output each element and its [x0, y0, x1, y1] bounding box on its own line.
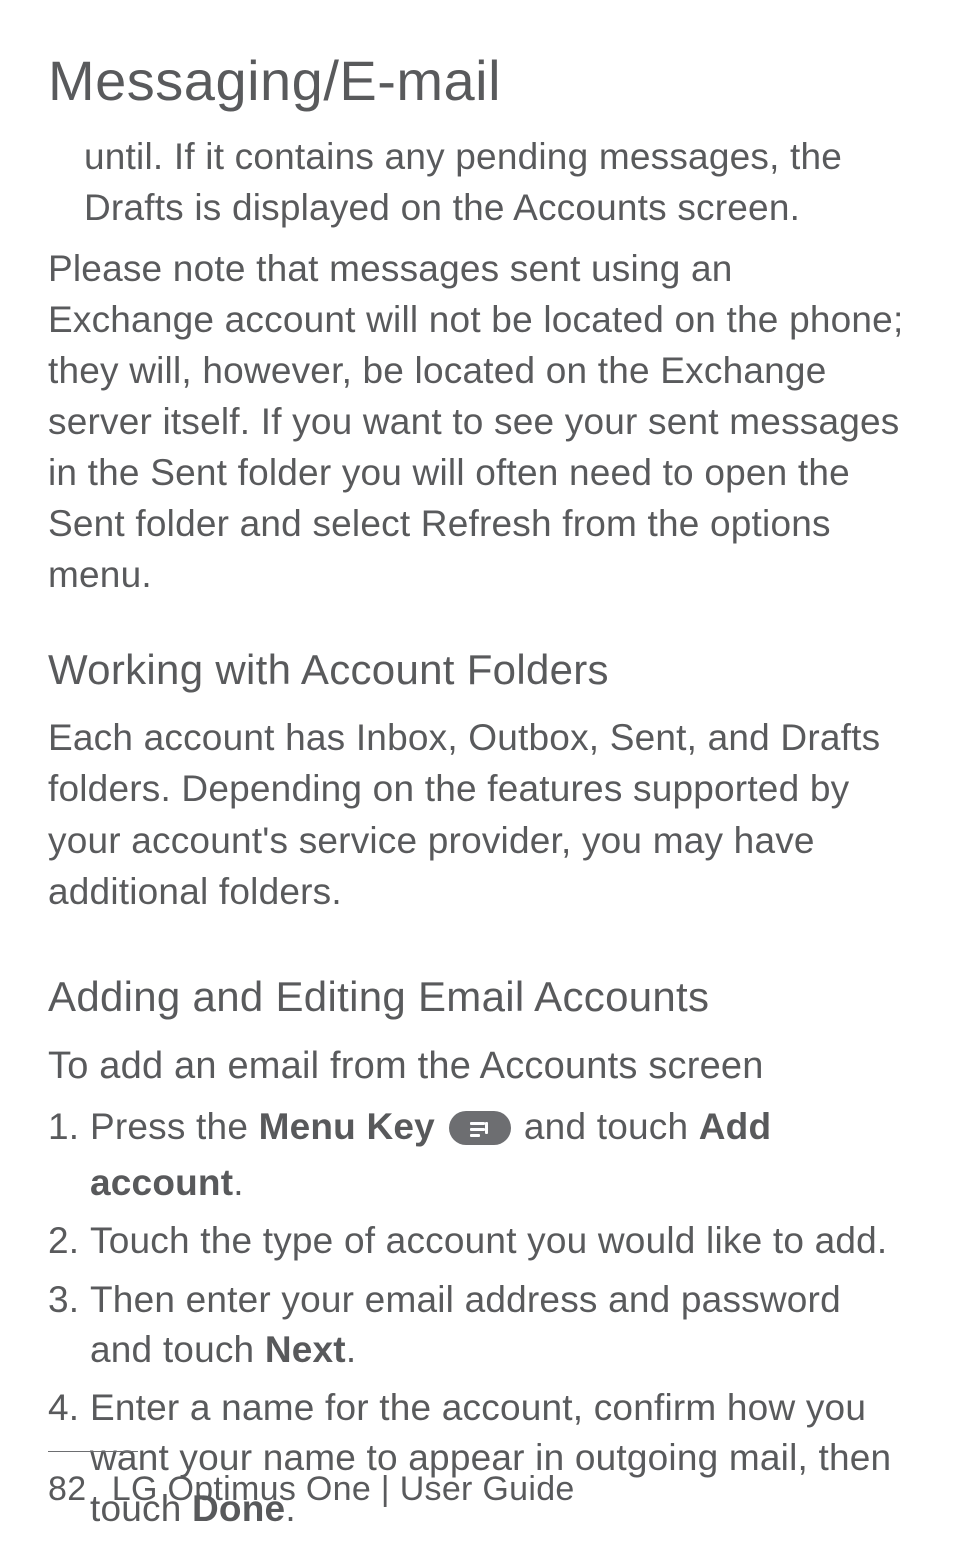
page-root: Messaging/E-mail until. If it contains a…	[0, 0, 954, 1557]
menu-key-icon	[449, 1108, 511, 1158]
intro-hanging: until. If it contains any pending messag…	[84, 131, 906, 233]
step-2: Touch the type of account you would like…	[48, 1216, 906, 1266]
page-footer: 82 LG Optimus One | User Guide	[0, 1451, 954, 1509]
section-body-folders: Each account has Inbox, Outbox, Sent, an…	[48, 712, 906, 916]
subheading-add-email: To add an email from the Accounts screen	[48, 1045, 906, 1088]
footer-product: LG Optimus One	[112, 1470, 371, 1508]
step-3: Then enter your email address and passwo…	[48, 1275, 906, 1376]
step-3-post: .	[346, 1329, 356, 1370]
intro-main: Please note that messages sent using an …	[48, 243, 906, 600]
page-number: 82	[48, 1470, 102, 1509]
section-heading-accounts: Adding and Editing Email Accounts	[48, 973, 906, 1021]
step-1-mid: and touch	[524, 1106, 699, 1147]
footer-rule	[48, 1451, 138, 1452]
section-heading-folders: Working with Account Folders	[48, 646, 906, 694]
step-3-pre: Then enter your email address and passwo…	[90, 1279, 841, 1370]
step-1: Press the Menu Key and touch Add account…	[48, 1102, 906, 1209]
footer-separator: |	[371, 1470, 400, 1508]
page-title: Messaging/E-mail	[48, 48, 906, 113]
step-1-post: .	[233, 1162, 243, 1203]
footer-text: 82 LG Optimus One | User Guide	[48, 1470, 906, 1509]
step-1-pre: Press the	[90, 1106, 259, 1147]
next-label: Next	[265, 1329, 346, 1370]
footer-guide: User Guide	[400, 1470, 575, 1508]
menu-key-label: Menu Key	[259, 1106, 435, 1147]
